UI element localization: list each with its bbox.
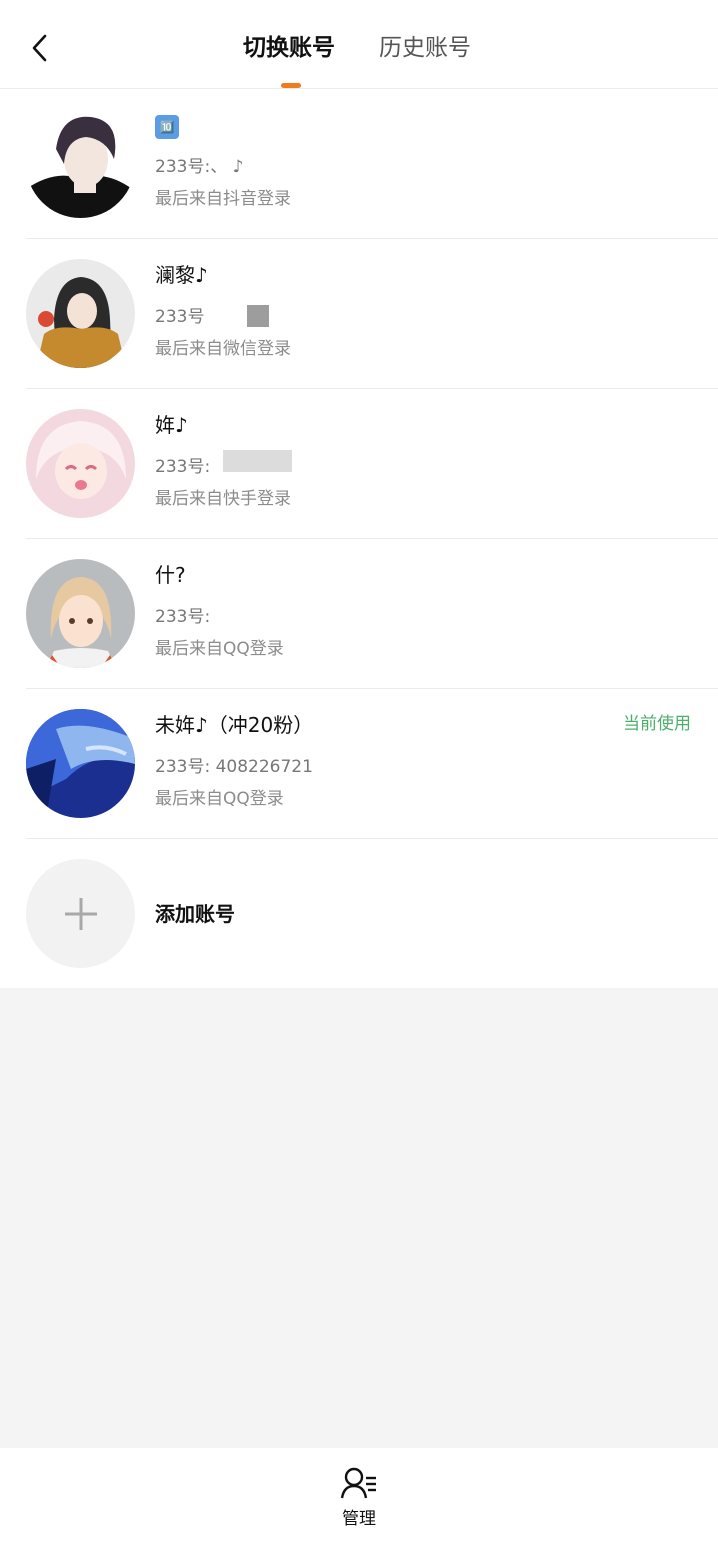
tab-history-account[interactable]: 历史账号 [379, 30, 471, 66]
account-name: 姩♪ [155, 413, 188, 437]
add-account-label: 添加账号 [155, 902, 235, 926]
account-uid: 233号: [155, 607, 211, 627]
account-row[interactable]: 姩♪ 233号: 最后来自快手登录 [0, 389, 718, 539]
add-account-row[interactable]: 添加账号 [0, 839, 718, 988]
active-tab-indicator [281, 83, 301, 88]
manage-button[interactable]: 管理 [329, 1466, 389, 1532]
account-row[interactable]: 🔟 233号:、 ♪ 最后来自抖音登录 [0, 89, 718, 239]
avatar [26, 409, 135, 518]
account-uid: 233号:、 ♪ [155, 157, 244, 177]
avatar [26, 259, 135, 368]
avatar [26, 109, 135, 218]
account-uid: 233号: 408226721 [155, 757, 313, 777]
current-account-badge: 当前使用 [623, 714, 691, 734]
login-source: 最后来自微信登录 [155, 339, 291, 359]
account-uid: 233号 [155, 307, 205, 327]
avatar [26, 709, 135, 818]
login-source: 最后来自抖音登录 [155, 189, 291, 209]
manage-users-icon [340, 1467, 376, 1499]
avatar [26, 559, 135, 668]
manage-label: 管理 [342, 1509, 376, 1529]
account-name: 澜黎♪ [155, 263, 208, 287]
login-source: 最后来自QQ登录 [155, 639, 284, 659]
account-name: 什? [155, 563, 186, 587]
bottom-bar: 管理 [0, 1448, 718, 1543]
account-uid: 233号: [155, 457, 211, 477]
privacy-mask [247, 305, 269, 327]
header: 切换账号 历史账号 [0, 0, 718, 89]
account-name: 未姩♪（冲20粉） [155, 713, 314, 737]
account-name: 🔟 [155, 111, 179, 139]
account-row[interactable]: 澜黎♪ 233号 最后来自微信登录 [0, 239, 718, 389]
privacy-mask [223, 450, 292, 472]
login-source: 最后来自QQ登录 [155, 789, 284, 809]
account-list: 🔟 233号:、 ♪ 最后来自抖音登录 澜黎♪ 233号 最后来自微信登录 姩♪… [0, 89, 718, 988]
account-row-current[interactable]: 未姩♪（冲20粉） 当前使用 233号: 408226721 最后来自QQ登录 [0, 689, 718, 839]
login-source: 最后来自快手登录 [155, 489, 291, 509]
back-button[interactable] [22, 28, 58, 68]
tab-switch-account[interactable]: 切换账号 [243, 30, 335, 66]
plus-icon [64, 897, 97, 930]
add-account-button[interactable] [26, 859, 135, 968]
back-arrow-icon [32, 34, 47, 62]
account-row[interactable]: 什? 233号: 最后来自QQ登录 [0, 539, 718, 689]
